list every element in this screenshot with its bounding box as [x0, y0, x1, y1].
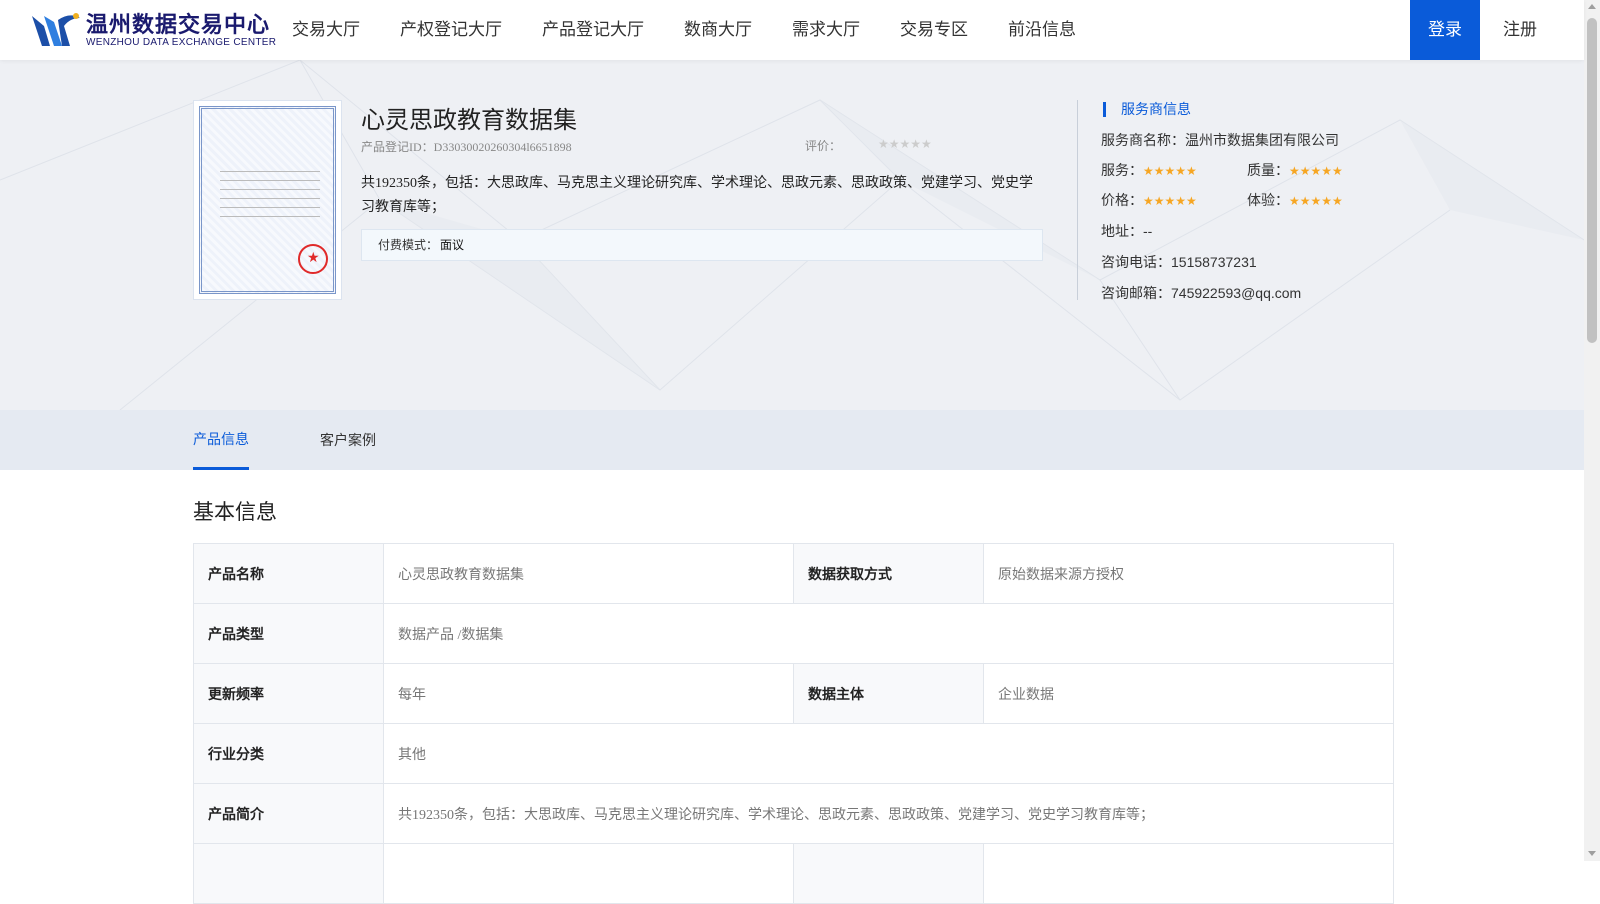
page-scrollbar[interactable] [1584, 0, 1600, 861]
cell-value: 企业数据 [983, 663, 1394, 724]
phone-value[interactable]: 15158737231 [1171, 254, 1257, 270]
logo-cn-text: 温州数据交易中心 [86, 12, 271, 37]
table-row: 产品类型 数据产品 /数据集 [193, 603, 1394, 664]
basic-info-table: 产品名称 心灵思政教育数据集 数据获取方式 原始数据来源方授权 产品类型 数据产… [193, 543, 1394, 904]
rating-stars-icon: ★★★★★ [878, 137, 932, 151]
product-registration-id: 产品登记ID：D33030020260304l6651898 [361, 140, 572, 154]
product-title: 心灵思政教育数据集 [361, 106, 577, 134]
scroll-thumb[interactable] [1587, 18, 1597, 343]
provider-name: 温州市数据集团有限公司 [1185, 133, 1339, 149]
cell-value: 心灵思政教育数据集 [383, 543, 794, 604]
cell-key: 数据主体 [793, 663, 984, 724]
service-rating-label: 服务： [1101, 163, 1143, 179]
cell-key [193, 843, 384, 904]
table-row: 行业分类 其他 [193, 723, 1394, 784]
table-row: 产品名称 心灵思政教育数据集 数据获取方式 原始数据来源方授权 [193, 543, 1394, 604]
certificate-lines [220, 171, 320, 225]
cell-value: 共192350条，包括：大思政库、马克思主义理论研究库、学术理论、思政元素、思政… [383, 783, 1394, 844]
cell-value: 原始数据来源方授权 [983, 543, 1394, 604]
quality-stars-icon: ★★★★★ [1289, 164, 1343, 178]
cell-key: 数据获取方式 [793, 543, 984, 604]
price-stars-icon: ★★★★★ [1143, 194, 1197, 208]
pay-mode-value: 面议 [440, 238, 465, 252]
service-stars-icon: ★★★★★ [1143, 164, 1197, 178]
product-hero: 心灵思政教育数据集 产品登记ID：D33030020260304l6651898… [0, 60, 1584, 410]
basic-info-title: 基本信息 [193, 501, 277, 524]
cell-key [793, 843, 984, 904]
nav-demand-hall[interactable]: 需求大厅 [772, 0, 880, 60]
site-logo[interactable]: 温州数据交易中心 WENZHOU DATA EXCHANGE CENTER [30, 12, 276, 50]
cell-value: 数据产品 /数据集 [383, 603, 1394, 664]
cell-key: 产品简介 [193, 783, 384, 844]
detail-tabs: 产品信息 客户案例 [0, 410, 1584, 470]
cell-key: 产品名称 [193, 543, 384, 604]
provider-name-label: 服务商名称： [1101, 133, 1185, 149]
email-value[interactable]: 745922593@qq.com [1171, 285, 1301, 301]
address-label: 地址： [1101, 224, 1143, 240]
email-label: 咨询邮箱： [1101, 286, 1171, 302]
provider-email-row: 咨询邮箱：745922593@qq.com [1101, 283, 1393, 304]
provider-rating-row-1: 服务：★★★★★ 质量：★★★★★ [1101, 161, 1393, 181]
phone-label: 咨询电话： [1101, 255, 1171, 271]
cell-key: 更新频率 [193, 663, 384, 724]
nav-trading-hall[interactable]: 交易大厅 [272, 0, 380, 60]
nav-trading-zone[interactable]: 交易专区 [880, 0, 988, 60]
nav-property-registration[interactable]: 产权登记大厅 [380, 0, 522, 60]
rating-label: 评价： [805, 139, 842, 153]
provider-name-row: 服务商名称：温州市数据集团有限公司 [1101, 131, 1393, 151]
experience-rating-label: 体验： [1247, 193, 1289, 209]
cell-value: 其他 [383, 723, 1394, 784]
logo-mark-icon [30, 12, 82, 50]
address-value: -- [1143, 223, 1153, 239]
quality-rating-label: 质量： [1247, 163, 1289, 179]
scroll-up-icon[interactable] [1588, 4, 1596, 9]
certificate-title-mark [202, 143, 333, 150]
table-row [193, 843, 1394, 904]
experience-stars-icon: ★★★★★ [1289, 194, 1343, 208]
certificate-seal-icon [298, 244, 328, 274]
login-button[interactable]: 登录 [1410, 0, 1480, 60]
logo-en-text: WENZHOU DATA EXCHANGE CENTER [86, 37, 277, 48]
service-provider-panel: 服务商信息 服务商名称：温州市数据集团有限公司 服务：★★★★★ 质量：★★★★… [1101, 100, 1393, 314]
cell-value [383, 843, 794, 904]
pay-mode-label: 付费模式： [378, 238, 439, 252]
cell-key: 行业分类 [193, 723, 384, 784]
provider-section-title: 服务商信息 [1103, 102, 1393, 117]
table-row: 更新频率 每年 数据主体 企业数据 [193, 663, 1394, 724]
pay-mode-box: 付费模式： 面议 [361, 229, 1043, 261]
tab-product-info[interactable]: 产品信息 [193, 410, 249, 470]
product-description: 共192350条，包括：大思政库、马克思主义理论研究库、学术理论、思政元素、思政… [361, 176, 1033, 215]
provider-phone-row: 咨询电话：15158737231 [1101, 252, 1393, 273]
provider-address-row: 地址：-- [1101, 221, 1393, 242]
nav-data-merchants[interactable]: 数商大厅 [664, 0, 772, 60]
tab-customer-cases[interactable]: 客户案例 [320, 410, 376, 470]
price-rating-label: 价格： [1101, 193, 1143, 209]
nav-frontier-info[interactable]: 前沿信息 [988, 0, 1096, 60]
provider-rating-row-2: 价格：★★★★★ 体验：★★★★★ [1101, 191, 1393, 211]
main-nav: 交易大厅 产权登记大厅 产品登记大厅 数商大厅 需求大厅 交易专区 前沿信息 [272, 0, 1096, 60]
table-row: 产品简介 共192350条，包括：大思政库、马克思主义理论研究库、学术理论、思政… [193, 783, 1394, 844]
certificate-image[interactable] [193, 100, 342, 300]
cell-key: 产品类型 [193, 603, 384, 664]
top-header: 温州数据交易中心 WENZHOU DATA EXCHANGE CENTER 交易… [0, 0, 1584, 60]
cell-value [983, 843, 1394, 904]
cell-value: 每年 [383, 663, 794, 724]
scroll-down-icon[interactable] [1588, 851, 1596, 856]
nav-product-registration[interactable]: 产品登记大厅 [522, 0, 664, 60]
vertical-divider [1077, 100, 1078, 300]
register-button[interactable]: 注册 [1484, 0, 1556, 60]
